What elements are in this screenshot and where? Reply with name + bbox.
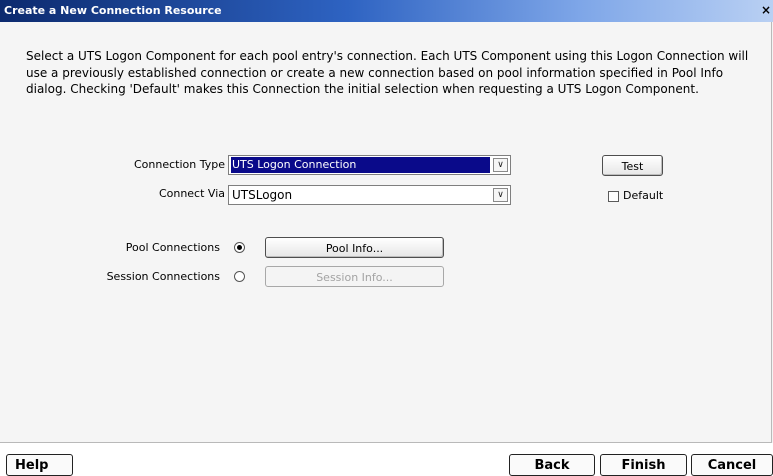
button-bar: Help Back Finish Cancel [0, 443, 773, 476]
radio-selected-dot [237, 245, 242, 250]
pool-connections-radio[interactable] [234, 242, 245, 253]
finish-button[interactable]: Finish [600, 454, 687, 476]
chevron-down-icon[interactable]: ∨ [493, 158, 508, 172]
cancel-button[interactable]: Cancel [691, 454, 773, 476]
connect-via-select[interactable]: UTSLogon ∨ [228, 185, 511, 205]
dialog-window: Create a New Connection Resource × Selec… [0, 0, 773, 476]
default-checkbox[interactable] [608, 191, 619, 202]
session-connections-radio[interactable] [234, 271, 245, 282]
help-button[interactable]: Help [6, 454, 73, 476]
connection-type-value: UTS Logon Connection [231, 157, 490, 173]
pool-connections-label: Pool Connections [125, 241, 220, 254]
title-bar[interactable]: Create a New Connection Resource × [0, 0, 773, 22]
default-checkbox-label: Default [623, 189, 664, 202]
session-info-button: Session Info... [265, 266, 444, 287]
dialog-title: Create a New Connection Resource [4, 4, 222, 17]
back-button[interactable]: Back [509, 454, 595, 476]
instructions-text: Select a UTS Logon Component for each po… [26, 49, 749, 96]
connect-via-value: UTSLogon [232, 188, 293, 202]
close-icon[interactable]: × [759, 3, 773, 18]
connect-via-label: Connect Via [158, 187, 225, 200]
test-button[interactable]: Test [602, 155, 663, 176]
pool-info-button[interactable]: Pool Info... [265, 237, 444, 258]
connection-type-select[interactable]: UTS Logon Connection ∨ [228, 155, 511, 175]
chevron-down-icon[interactable]: ∨ [493, 188, 508, 202]
session-connections-label: Session Connections [106, 270, 220, 283]
connection-type-label: Connection Type [133, 158, 225, 171]
